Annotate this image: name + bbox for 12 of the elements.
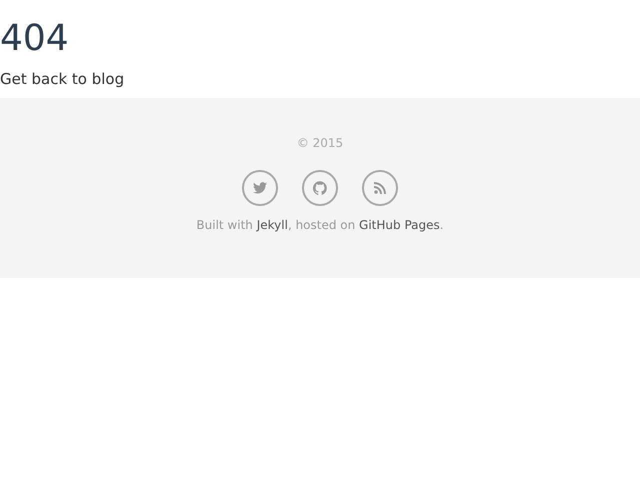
credit-link[interactable]: Jekyll: [256, 218, 288, 232]
cat-icon: [313, 181, 327, 195]
credit-link[interactable]: GitHub Pages: [359, 218, 440, 232]
rss-link[interactable]: [362, 170, 398, 206]
error-heading: 404: [0, 18, 70, 60]
credits-text: Built with Jekyll, hosted on GitHub Pages.: [196, 218, 444, 232]
bird-icon: [253, 182, 267, 194]
twitter-link[interactable]: [242, 170, 278, 206]
github-link[interactable]: [302, 170, 338, 206]
back-link[interactable]: Get back to blog: [0, 70, 124, 88]
rss-icon: [374, 182, 386, 194]
copyright-text: © 2015: [296, 136, 344, 150]
